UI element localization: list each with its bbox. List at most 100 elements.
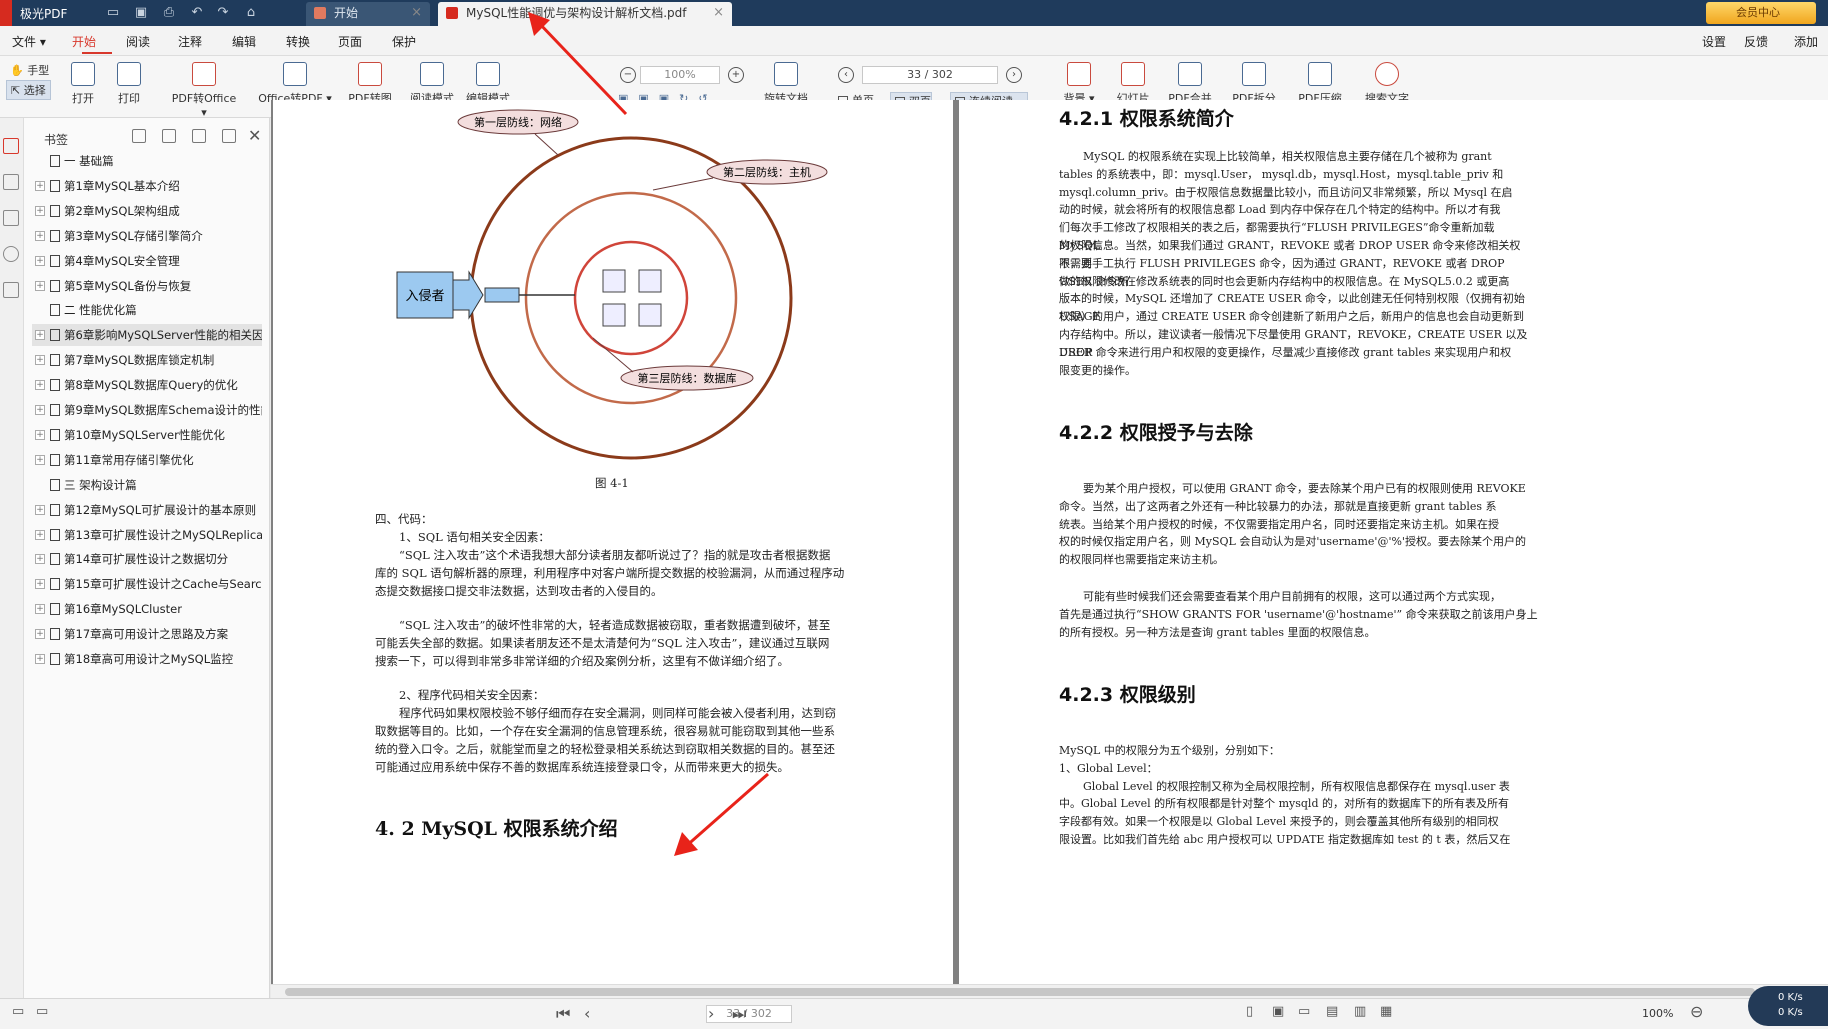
bookmark-item[interactable]: 二 性能优化篇 [32,299,262,321]
expand-icon[interactable]: + [35,255,45,266]
bookmark-item[interactable]: + 第10章MySQLServer性能优化 [32,424,262,446]
tab-start[interactable]: 开始 × [306,2,430,26]
save-icon[interactable]: ▣ [132,4,150,22]
bookmark-panel-icon[interactable] [3,138,19,154]
bookmark-item[interactable]: + 第5章MySQL备份与恢复 [32,275,262,297]
expand-icon[interactable]: + [35,504,45,515]
bookmark-item[interactable]: + 第16章MySQLCluster [32,598,262,620]
bookmark-item[interactable]: + 第3章MySQL存储引擎简介 [32,225,262,247]
bookmark-options-icon[interactable] [222,129,236,143]
bookmark-item[interactable]: + 第4章MySQL安全管理 [32,250,262,272]
menu-read[interactable]: 阅读 [126,33,150,50]
vip-center-button[interactable]: 会员中心 [1706,2,1816,24]
pdf-to-office-button[interactable]: PDF转Office ▾ [168,62,240,119]
bookmark-item[interactable]: 一 基础篇 [32,150,262,172]
expand-icon[interactable]: + [35,205,45,216]
expand-all-icon[interactable] [132,129,146,143]
print-button[interactable]: 打印 [116,62,142,116]
undo-icon[interactable]: ↶ [188,4,206,22]
status-page-input[interactable]: 33 / 302 [706,1005,792,1023]
zoom-in-icon[interactable]: + [728,67,744,83]
bookmark-item[interactable]: + 第14章可扩展性设计之数据切分 [32,548,262,570]
select-tool[interactable]: ⇱ 选择 [6,80,51,100]
menu-settings[interactable]: 设置 [1702,33,1726,50]
bookmark-item[interactable]: + 第15章可扩展性设计之Cache与Search的 [32,573,262,595]
expand-icon[interactable]: + [35,529,45,540]
expand-icon[interactable]: + [35,429,45,440]
menu-edit[interactable]: 编辑 [232,33,256,50]
expand-icon[interactable]: + [35,604,45,615]
redo-icon[interactable]: ↷ [214,4,232,22]
bookmark-item[interactable]: 三 架构设计篇 [32,474,262,496]
annotation-panel-icon[interactable] [3,210,19,226]
thumbnail-panel-icon[interactable] [3,174,19,190]
menu-file[interactable]: 文件 ▾ [12,33,46,50]
expand-icon[interactable]: + [35,454,45,465]
text-panel-icon[interactable] [3,282,19,298]
horizontal-scrollbar[interactable] [271,984,1828,998]
expand-icon[interactable]: + [35,355,45,366]
menu-add[interactable]: 添加 [1794,33,1818,50]
close-icon[interactable]: × [713,2,724,24]
home-icon[interactable]: ⌂ [242,4,260,22]
single-view-icon[interactable]: ▯ [1246,1004,1253,1019]
menu-page[interactable]: 页面 [338,33,362,50]
width-view-icon[interactable]: ▭ [1298,1004,1310,1019]
next-page-icon[interactable]: › [708,1004,714,1023]
menu-convert[interactable]: 转换 [286,33,310,50]
bookmark-item[interactable]: + 第18章高可用设计之MySQL监控 [32,648,262,670]
search-panel-icon[interactable] [3,246,19,262]
page-icon[interactable]: ▭ [36,1004,48,1019]
bookmark-item[interactable]: + 第11章常用存储引擎优化 [32,449,262,471]
menu-feedback[interactable]: 反馈 [1744,33,1768,50]
last-page-icon[interactable]: ⏭ [732,1004,746,1024]
bookmark-item[interactable]: + 第13章可扩展性设计之MySQLReplication [32,524,262,546]
expand-icon[interactable]: + [35,629,45,640]
expand-icon[interactable]: + [35,579,45,590]
prev-page-icon[interactable]: ‹ [584,1004,590,1023]
prev-page-icon[interactable]: ‹ [838,67,854,83]
expand-icon[interactable]: + [35,654,45,664]
double-continuous-icon[interactable]: ▦ [1380,1004,1392,1019]
bookmark-item[interactable]: + 第8章MySQL数据库Query的优化 [32,374,262,396]
expand-icon[interactable]: + [35,554,45,565]
document-viewer[interactable]: 第一层防线：网络 第二层防线：主机 第三层防线：数据库 入侵者 图 4-1 四、… [271,100,1828,998]
collapse-all-icon[interactable] [162,129,176,143]
page-icon[interactable]: ▭ [12,1004,24,1019]
expand-icon[interactable]: + [35,405,45,415]
zoom-out-icon[interactable]: − [620,67,636,83]
menu-start[interactable]: 开始 [72,33,96,50]
page-number-input[interactable]: 33 / 302 [862,66,998,84]
zoom-select[interactable]: 100% [640,66,720,84]
add-bookmark-icon[interactable] [192,129,206,143]
close-icon[interactable]: ✕ [248,126,261,145]
continuous-view-icon[interactable]: ▤ [1326,1004,1338,1019]
next-page-icon[interactable]: › [1006,67,1022,83]
hand-tool[interactable]: ✋ 手型 [10,62,49,78]
first-page-icon[interactable]: ⏮ [556,1004,570,1024]
tab-document[interactable]: MySQL性能调优与架构设计解析文档.pdf × [438,2,732,26]
print-icon[interactable]: ⎙ [160,4,178,22]
menu-annotate[interactable]: 注释 [178,33,202,50]
bookmark-item[interactable]: + 第2章MySQL架构组成 [32,200,262,222]
double-view-icon[interactable]: ▥ [1354,1004,1366,1019]
bookmark-item[interactable]: + 第12章MySQL可扩展设计的基本原则 [32,499,262,521]
zoom-out-icon[interactable]: ⊖ [1690,1002,1703,1021]
status-zoom[interactable]: 100% [1642,1007,1673,1020]
bookmark-item[interactable]: + 第9章MySQL数据库Schema设计的性能优 [32,399,262,421]
open-folder-icon[interactable]: ▭ [104,4,122,22]
bookmark-item[interactable]: + 第7章MySQL数据库锁定机制 [32,349,262,371]
scrollbar-thumb[interactable] [285,988,1755,996]
expand-icon[interactable]: + [35,230,45,241]
close-icon[interactable]: × [411,2,422,24]
expand-icon[interactable]: + [35,330,45,341]
expand-icon[interactable]: + [35,380,45,391]
bookmark-item[interactable]: + 第6章影响MySQLServer性能的相关因素 [32,324,262,347]
fit-view-icon[interactable]: ▣ [1272,1004,1284,1019]
bookmark-item[interactable]: + 第17章高可用设计之思路及方案 [32,623,262,645]
menu-protect[interactable]: 保护 [392,33,416,50]
open-button[interactable]: 打开 [70,62,96,116]
expand-icon[interactable]: + [35,180,45,191]
bookmark-item[interactable]: + 第1章MySQL基本介绍 [32,175,262,197]
expand-icon[interactable]: + [35,280,45,291]
